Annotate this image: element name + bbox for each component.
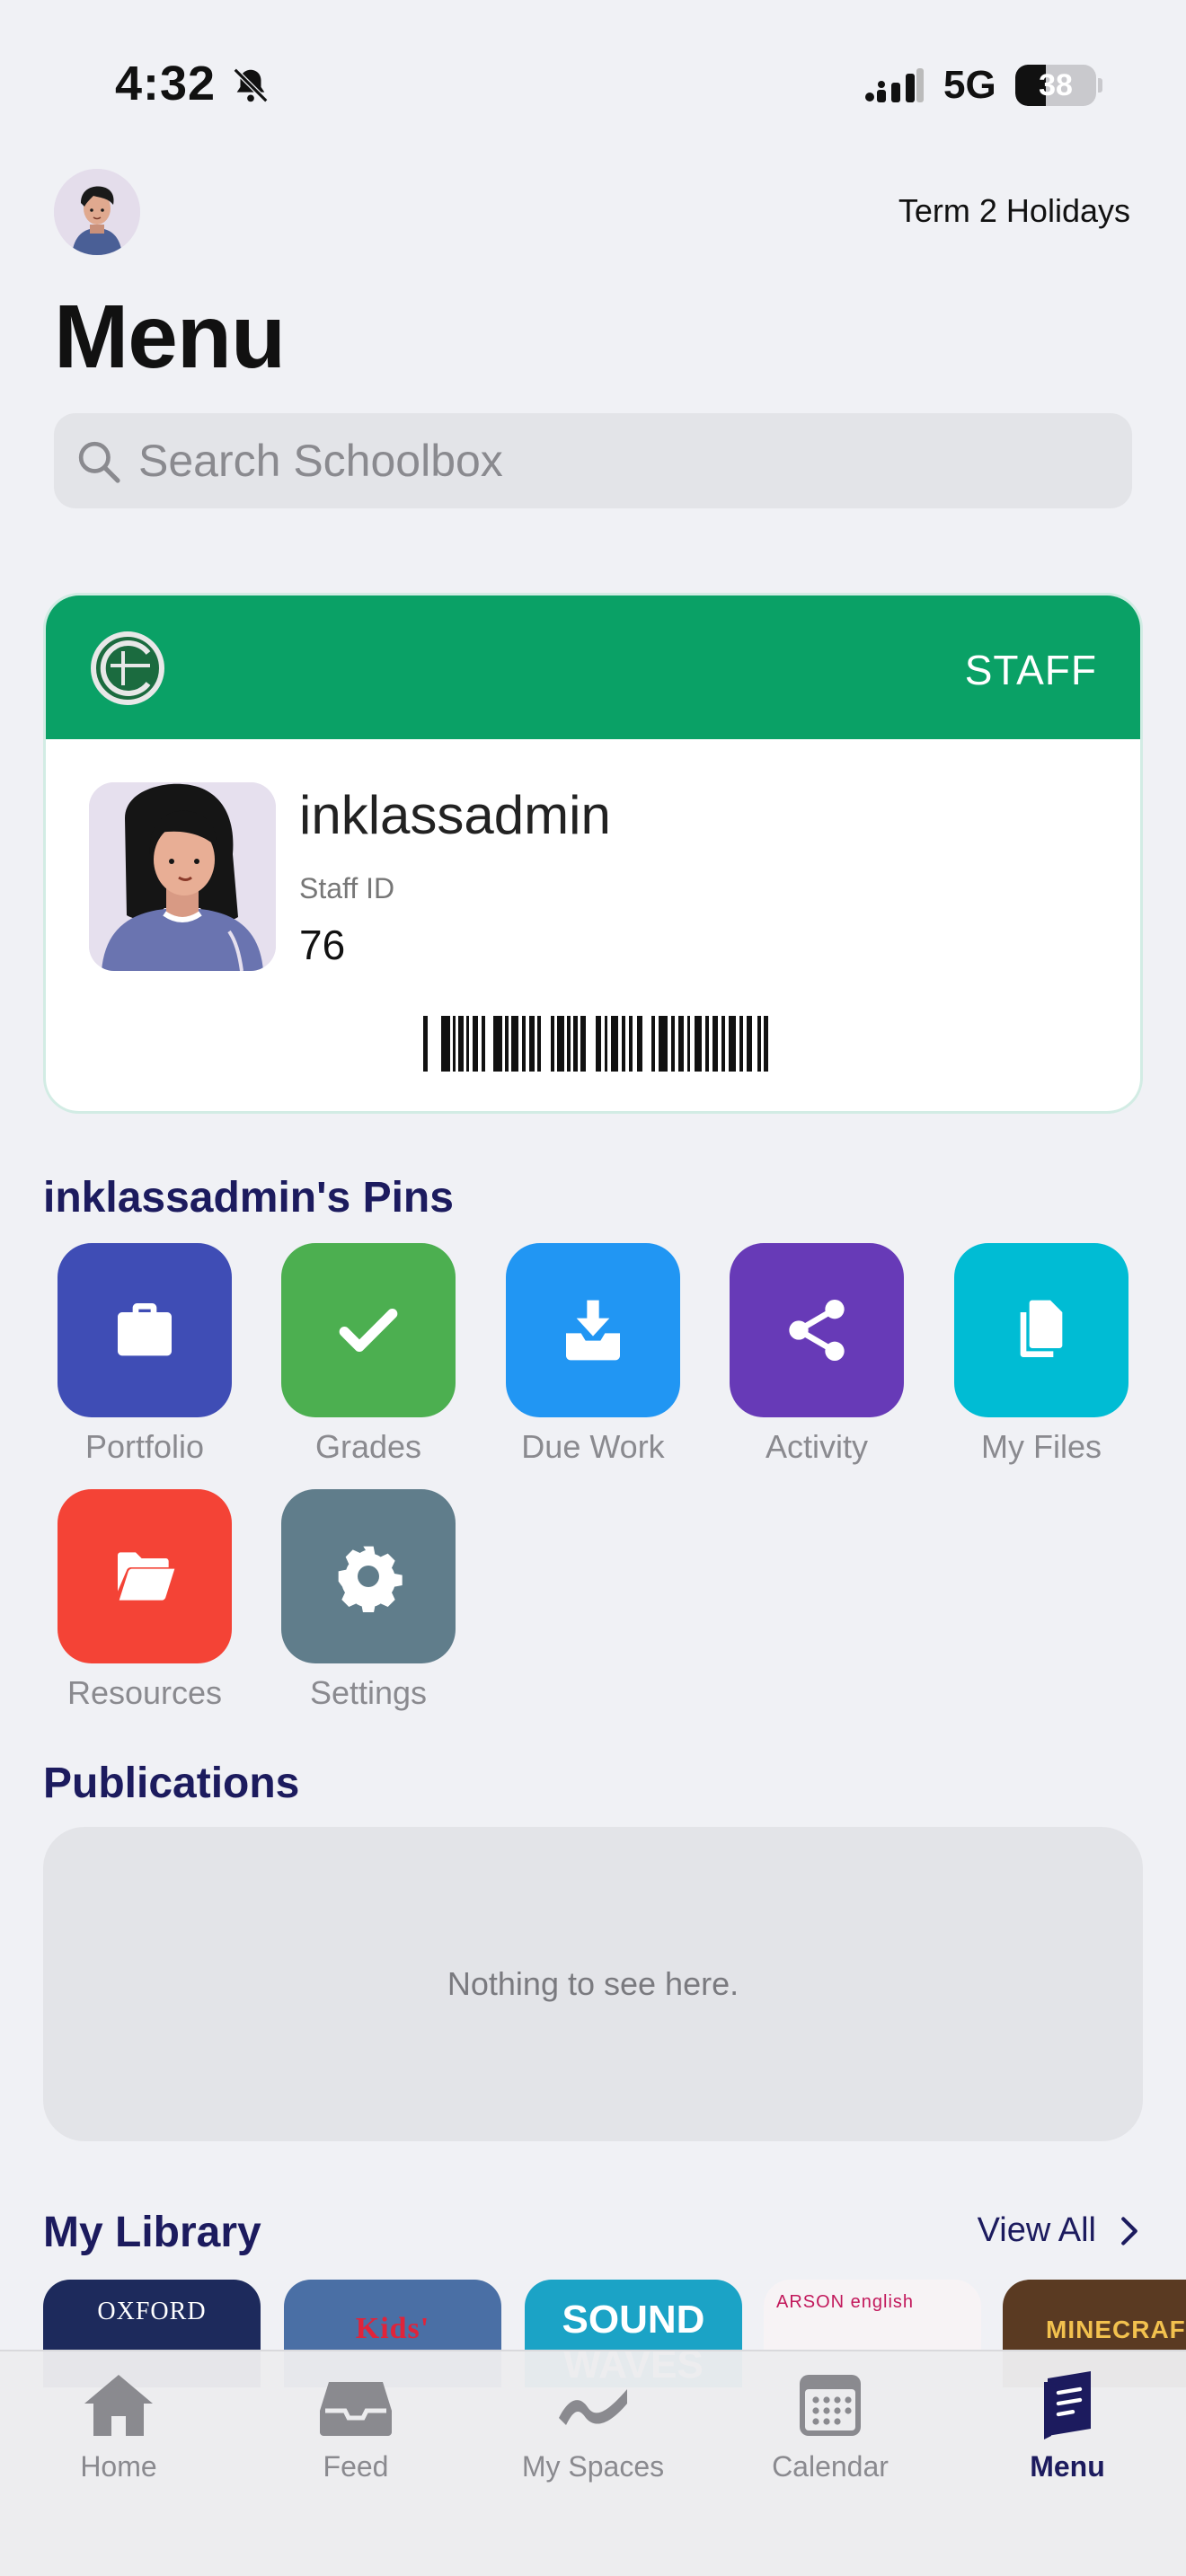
wave-icon	[559, 2389, 627, 2425]
avatar[interactable]	[54, 169, 140, 255]
barcode	[423, 1016, 768, 1072]
pin-activity[interactable]: Activity	[730, 1243, 904, 1466]
view-all-link[interactable]: View All	[978, 2211, 1139, 2250]
pin-my-files[interactable]: My Files	[954, 1243, 1128, 1466]
publications-title: Publications	[43, 1760, 300, 1807]
pin-tile	[730, 1243, 904, 1417]
tab-menu[interactable]: Menu	[949, 2371, 1186, 2483]
bell-slash-icon	[233, 67, 269, 103]
pin-label: Settings	[309, 1674, 428, 1711]
tab-label: Home	[80, 2450, 157, 2483]
search-bar[interactable]	[54, 413, 1132, 508]
search-icon	[78, 441, 120, 483]
tab-label: Menu	[1030, 2450, 1105, 2483]
status-bar: 4:32 5G 38	[0, 0, 1186, 162]
pin-label: Activity	[765, 1428, 868, 1465]
pin-tile	[281, 1243, 456, 1417]
battery-percent: 38	[1039, 68, 1073, 102]
publications-empty-state: Nothing to see here.	[43, 1827, 1143, 2141]
staff-id-value: 76	[299, 922, 346, 968]
inbox-tray-icon	[320, 2382, 392, 2436]
view-all-label: View All	[977, 2211, 1096, 2249]
pin-tile	[954, 1243, 1128, 1417]
book-cover-text: Kids'	[355, 2312, 430, 2345]
pin-tile	[506, 1243, 680, 1417]
signal-icon	[865, 68, 924, 102]
staff-id-label: Staff ID	[299, 872, 395, 904]
network-label: 5G	[943, 63, 996, 107]
pin-tile	[58, 1489, 232, 1663]
folder-open-icon	[118, 1552, 175, 1601]
book-cover-text: MINECRAFT	[1046, 2316, 1186, 2343]
status-time: 4:32	[115, 57, 217, 110]
files-icon	[1020, 1300, 1063, 1357]
role-badge: STAFF	[964, 647, 1097, 693]
checkmark-icon	[339, 1309, 398, 1352]
book-cover-text: ARSON english	[776, 2292, 915, 2312]
home-icon	[84, 2375, 153, 2436]
book-menu-icon	[1044, 2371, 1091, 2439]
pin-settings[interactable]: Settings	[281, 1489, 456, 1712]
pin-label: Portfolio	[84, 1428, 205, 1465]
pin-due-work[interactable]: Due Work	[506, 1243, 680, 1466]
empty-message: Nothing to see here.	[447, 1965, 739, 2002]
tab-label: Feed	[323, 2450, 389, 2483]
pin-portfolio[interactable]: Portfolio	[58, 1243, 232, 1466]
pins-title: inklassadmin's Pins	[43, 1174, 454, 1222]
tab-calendar[interactable]: Calendar	[712, 2371, 949, 2483]
tab-my-spaces[interactable]: My Spaces	[474, 2371, 712, 2483]
pin-resources[interactable]: Resources	[58, 1489, 232, 1712]
tab-label: Calendar	[772, 2450, 889, 2483]
pin-label: Due Work	[521, 1428, 665, 1465]
id-card-header: STAFF	[46, 595, 1140, 739]
tab-feed[interactable]: Feed	[237, 2371, 474, 2483]
page-title: Menu	[54, 287, 286, 387]
search-input[interactable]	[138, 413, 1109, 508]
tab-home[interactable]: Home	[0, 2371, 237, 2483]
battery-icon: 38	[1015, 65, 1102, 106]
staff-photo	[89, 782, 276, 971]
chevron-right-icon	[1121, 2216, 1137, 2245]
book-cover-text: OXFORD	[97, 2298, 207, 2325]
share-icon	[789, 1300, 845, 1361]
pin-grades[interactable]: Grades	[281, 1243, 456, 1466]
pin-label: Grades	[314, 1428, 422, 1465]
school-logo-icon	[91, 631, 164, 705]
pin-tile	[58, 1243, 232, 1417]
gear-icon	[338, 1546, 403, 1612]
term-label: Term 2 Holidays	[898, 192, 1130, 229]
briefcase-icon	[118, 1303, 172, 1356]
tab-label: My Spaces	[521, 2450, 665, 2483]
pin-tile	[281, 1489, 456, 1663]
library-title: My Library	[43, 2209, 261, 2256]
staff-name: inklassadmin	[299, 785, 611, 845]
pin-label: My Files	[981, 1428, 1102, 1465]
pin-label: Resources	[66, 1674, 223, 1711]
calendar-icon	[800, 2375, 861, 2436]
tab-bar: Home Feed My Spaces Calendar Menu	[0, 2350, 1186, 2576]
inbox-download-icon	[566, 1300, 620, 1361]
staff-id-card[interactable]: STAFF inklassadmin Staff ID 76	[43, 593, 1143, 1114]
